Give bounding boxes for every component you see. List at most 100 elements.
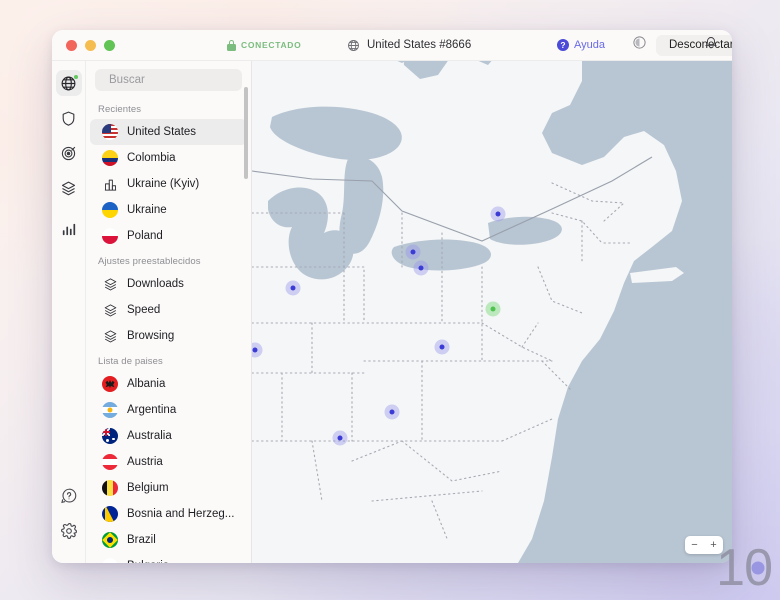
maximize-button[interactable] xyxy=(104,39,115,51)
vpn-connected-dot xyxy=(72,74,79,80)
flag-icon xyxy=(102,124,118,140)
sidebar-scrollbar-thumb[interactable] xyxy=(244,87,248,179)
map-canvas[interactable]: − + xyxy=(252,61,732,563)
watermark-zero: 0 xyxy=(744,538,773,598)
watermark: 1 0 xyxy=(716,538,773,598)
list-item-label: Browsing xyxy=(127,330,175,342)
city-icon xyxy=(104,179,116,191)
search-container xyxy=(86,61,263,97)
list-item-label: Poland xyxy=(127,230,163,242)
list-item[interactable]: Bulgaria xyxy=(90,553,247,563)
bell-icon[interactable] xyxy=(704,36,718,55)
question-circle-icon: ? xyxy=(557,39,569,51)
watermark-one: 1 xyxy=(716,539,745,597)
flag-icon xyxy=(102,150,118,166)
list-item[interactable]: Poland xyxy=(90,223,247,249)
rail-item-threat-protection[interactable] xyxy=(56,105,82,131)
shield-icon xyxy=(62,111,75,126)
map-marker-core xyxy=(252,347,258,353)
rail-item-meshnet[interactable] xyxy=(56,140,82,166)
list-item-label: Australia xyxy=(127,430,172,442)
map-marker[interactable] xyxy=(384,404,400,420)
city-icon xyxy=(102,176,118,192)
map-marker[interactable] xyxy=(413,260,429,276)
list-item-label: Bosnia and Herzeg... xyxy=(127,508,235,520)
flag-icon xyxy=(102,228,118,244)
map-marker-core xyxy=(439,344,445,350)
list-item[interactable]: Ukraine (Kyiv) xyxy=(90,171,247,197)
help-link[interactable]: ? Ayuda xyxy=(557,39,605,51)
sidebar: Recientes United States Colombia Ukraine… xyxy=(86,61,263,563)
rail-item-settings[interactable] xyxy=(56,518,82,544)
rail-item-stats[interactable] xyxy=(56,216,82,242)
list-item[interactable]: Albania xyxy=(90,371,247,397)
search-input[interactable] xyxy=(109,74,263,86)
search-box[interactable] xyxy=(95,69,263,91)
current-server-label: United States #8666 xyxy=(367,39,472,51)
list-item-label: Belgium xyxy=(127,482,169,494)
help-label: Ayuda xyxy=(574,39,605,51)
sidebar-scrollbar[interactable] xyxy=(244,87,248,257)
traffic-lights xyxy=(52,39,115,51)
rail-item-vpn[interactable] xyxy=(55,70,82,96)
preset-icon xyxy=(102,302,118,318)
list-item[interactable]: United States xyxy=(90,119,247,145)
list-item[interactable]: Colombia xyxy=(90,145,247,171)
flag-icon xyxy=(102,376,118,392)
map-marker-core xyxy=(389,409,395,415)
map-marker[interactable] xyxy=(490,206,506,222)
zoom-out-button[interactable]: − xyxy=(691,539,697,551)
map-marker-core xyxy=(418,265,424,271)
list-item[interactable]: Bosnia and Herzeg... xyxy=(90,501,247,527)
flag-icon xyxy=(102,454,118,470)
list-item-label: Downloads xyxy=(127,278,184,290)
app-window: CONECTADO United States #8666 ? Ayuda De… xyxy=(52,30,732,563)
connection-status-badge: CONECTADO xyxy=(227,39,301,51)
list-item-label: Colombia xyxy=(127,152,176,164)
map-marker[interactable] xyxy=(332,430,348,446)
disconnect-label: Desconectar xyxy=(669,39,732,51)
map-marker-core xyxy=(410,249,416,255)
list-item[interactable]: Ukraine xyxy=(90,197,247,223)
rail-item-help[interactable] xyxy=(56,483,82,509)
map-marker-core xyxy=(290,285,296,291)
disconnect-button[interactable]: Desconectar xyxy=(656,34,732,56)
list-item-label: Albania xyxy=(127,378,166,390)
flag-icon xyxy=(102,532,118,548)
list-item-label: Bulgaria xyxy=(127,560,169,563)
list-item-label: Ukraine xyxy=(127,204,167,216)
close-button[interactable] xyxy=(66,39,77,51)
bar-chart-icon xyxy=(62,223,76,235)
map-marker-core xyxy=(337,435,343,441)
map-marker-connected[interactable] xyxy=(485,301,501,317)
preset-icon xyxy=(102,276,118,292)
list-item[interactable]: Argentina xyxy=(90,397,247,423)
map-marker[interactable] xyxy=(285,280,301,296)
globe-icon xyxy=(348,39,359,51)
list-item[interactable]: Browsing xyxy=(90,323,247,349)
watermark-dot xyxy=(751,561,765,575)
rail-item-dedicated-ip[interactable] xyxy=(56,175,82,201)
map-marker[interactable] xyxy=(434,339,450,355)
question-bubble-icon xyxy=(60,488,76,504)
list-item[interactable]: Austria xyxy=(90,449,247,475)
map-marker-core xyxy=(495,211,501,217)
list-item[interactable]: Australia xyxy=(90,423,247,449)
privacy-shield-icon[interactable] xyxy=(632,35,647,55)
layers-icon xyxy=(104,303,116,316)
location-list[interactable]: Recientes United States Colombia Ukraine… xyxy=(86,97,251,563)
list-item-label: Speed xyxy=(127,304,161,316)
list-item[interactable]: Belgium xyxy=(90,475,247,501)
map-marker-core xyxy=(490,306,496,312)
gear-icon xyxy=(60,523,77,539)
list-item[interactable]: Speed xyxy=(90,297,247,323)
list-item[interactable]: Brazil xyxy=(90,527,247,553)
lock-icon xyxy=(227,39,236,51)
flag-icon xyxy=(102,480,118,496)
current-server[interactable]: United States #8666 xyxy=(347,39,471,52)
map-marker[interactable] xyxy=(405,244,421,260)
minimize-button[interactable] xyxy=(85,39,96,51)
layers-icon xyxy=(104,277,116,290)
layers-icon xyxy=(61,181,76,195)
list-item[interactable]: Downloads xyxy=(90,271,247,297)
